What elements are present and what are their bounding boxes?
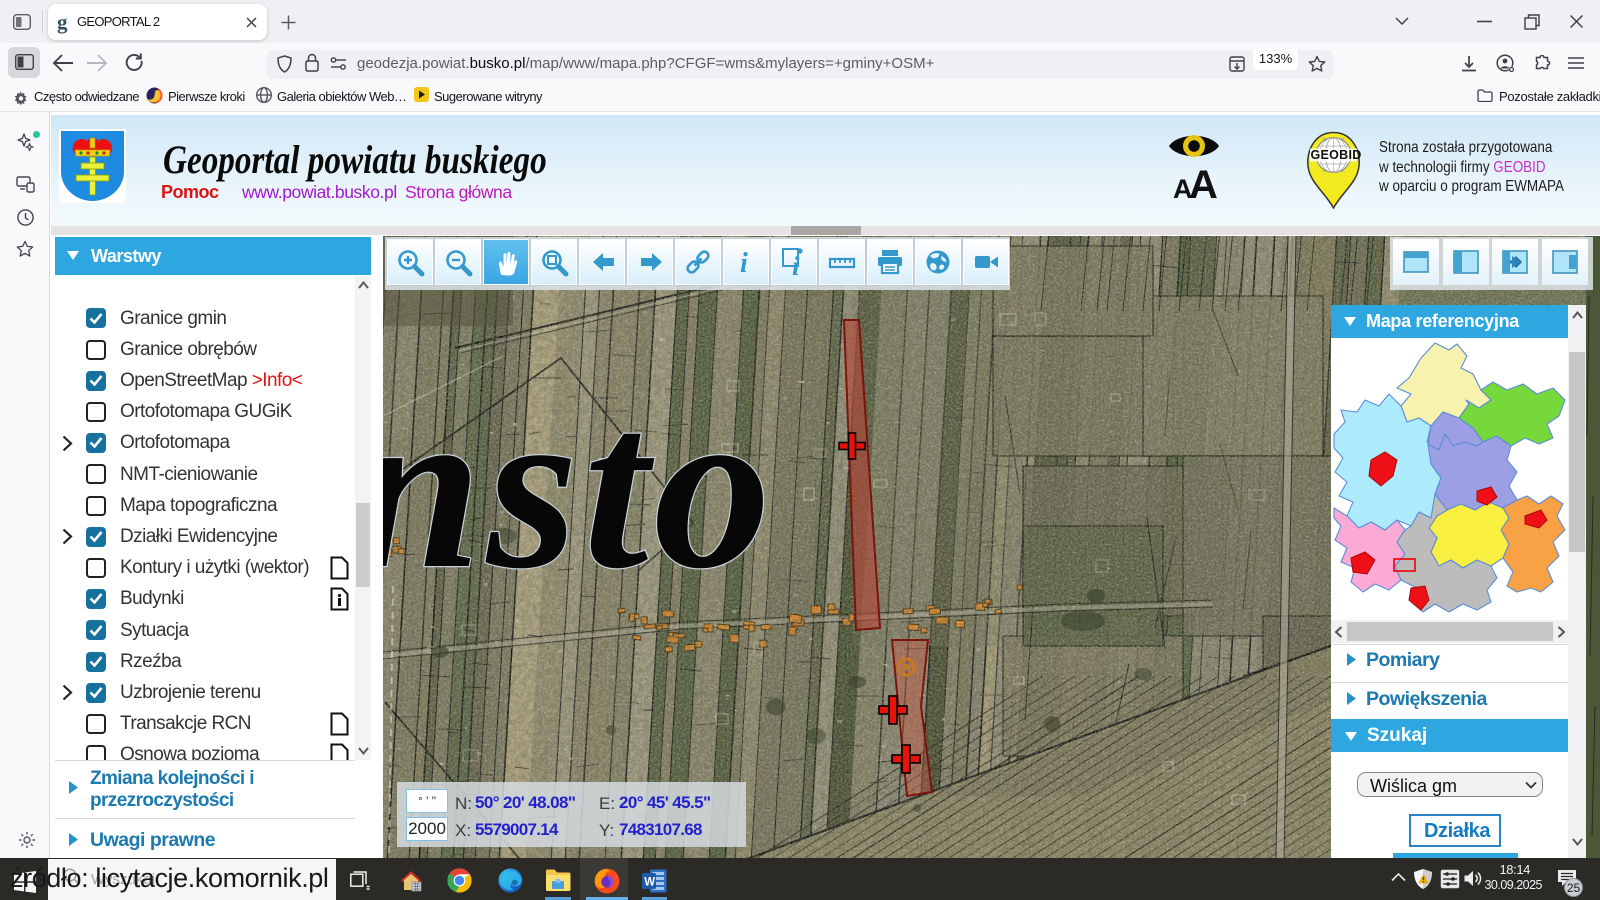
svg-text:A: A (1189, 163, 1218, 200)
svg-text:i: i (792, 251, 800, 277)
svg-text:nsto: nsto (383, 357, 776, 617)
svg-text:W: W (644, 877, 655, 889)
svg-text:GEOBID: GEOBID (1311, 148, 1362, 162)
svg-text:i: i (740, 248, 748, 277)
